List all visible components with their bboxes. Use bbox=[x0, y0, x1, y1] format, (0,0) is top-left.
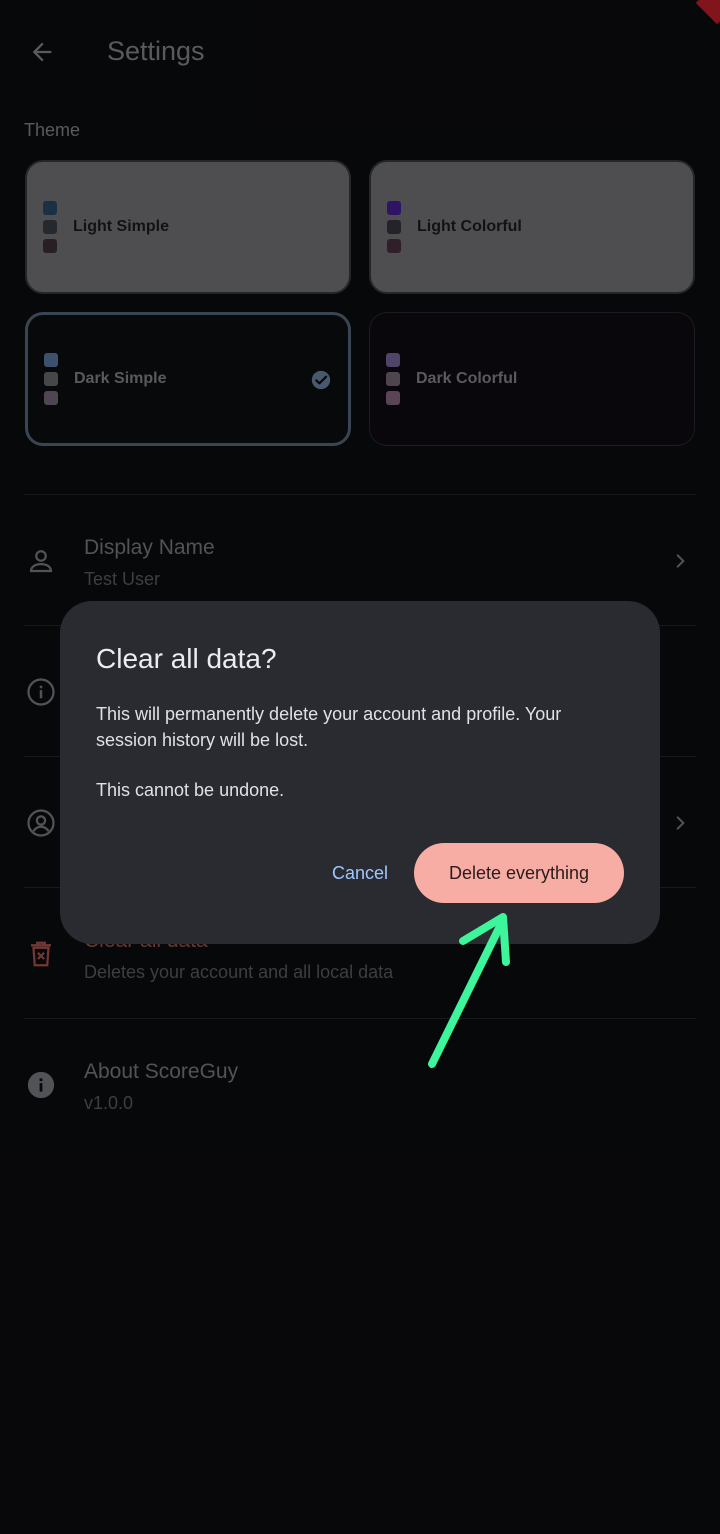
dialog-warning: This cannot be undone. bbox=[96, 780, 285, 800]
clear-data-dialog: Clear all data? This will permanently de… bbox=[60, 601, 660, 944]
dialog-title: Clear all data? bbox=[96, 643, 277, 674]
cancel-button[interactable]: Cancel bbox=[310, 843, 410, 903]
dialog-message: This will permanently delete your accoun… bbox=[96, 704, 562, 750]
dialog-body: This will permanently delete your accoun… bbox=[96, 701, 616, 827]
delete-everything-button[interactable]: Delete everything bbox=[414, 843, 624, 903]
